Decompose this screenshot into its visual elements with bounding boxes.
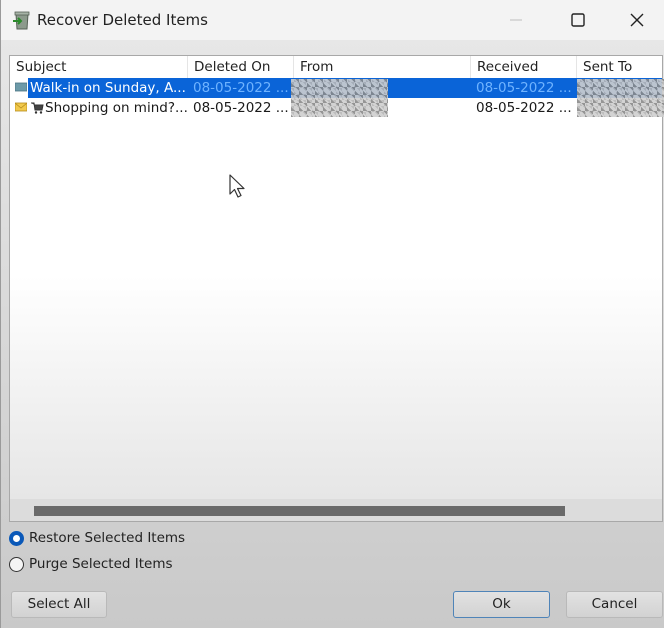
- restore-radio[interactable]: [9, 530, 24, 546]
- select-all-button[interactable]: Select All: [11, 591, 107, 618]
- column-header-sent-to[interactable]: Sent To: [577, 56, 664, 78]
- row-received: 08-05-2022 ...: [476, 80, 572, 96]
- column-header-subject[interactable]: Subject: [10, 56, 188, 78]
- purge-option[interactable]: Purge Selected Items: [9, 554, 173, 574]
- row-subject: Walk-in on Sunday, A...: [30, 80, 186, 96]
- close-button[interactable]: [609, 0, 664, 40]
- recycle-bin-icon: [13, 11, 30, 30]
- column-header-deleted-on[interactable]: Deleted On: [188, 56, 294, 78]
- horizontal-scrollbar[interactable]: [10, 499, 662, 521]
- list-header: Subject Deleted On From Received Sent To: [10, 56, 662, 78]
- mouse-cursor-icon: [229, 174, 245, 198]
- row-subject: Shopping on mind?...: [45, 100, 188, 116]
- close-icon: [630, 13, 644, 27]
- restore-label: Restore Selected Items: [29, 530, 186, 546]
- recover-deleted-items-dialog: Recover Deleted Items Subject Deleted On…: [0, 0, 664, 628]
- maximize-icon: [571, 13, 585, 27]
- deleted-items-list[interactable]: Subject Deleted On From Received Sent To…: [9, 55, 664, 522]
- row-received: 08-05-2022 ...: [476, 100, 572, 116]
- title-bar: Recover Deleted Items: [1, 0, 664, 40]
- restore-option[interactable]: Restore Selected Items: [9, 528, 185, 548]
- minimize-icon: [510, 19, 522, 21]
- column-header-from[interactable]: From: [294, 56, 471, 78]
- envelope-icon: [15, 102, 27, 112]
- purge-label: Purge Selected Items: [29, 556, 173, 572]
- row-deleted-on: 08-05-2022 ...: [193, 80, 289, 96]
- redacted-sent-to: [577, 79, 664, 117]
- purge-radio[interactable]: [9, 556, 24, 572]
- column-header-received[interactable]: Received: [471, 56, 577, 78]
- row-deleted-on: 08-05-2022 ...: [193, 100, 289, 116]
- window-title: Recover Deleted Items: [37, 11, 208, 29]
- ok-button[interactable]: Ok: [453, 591, 550, 618]
- scrollbar-thumb[interactable]: [34, 506, 565, 516]
- maximize-button[interactable]: [547, 0, 609, 40]
- cancel-button[interactable]: Cancel: [566, 591, 663, 618]
- redacted-from: [291, 79, 388, 117]
- minimize-button[interactable]: [485, 0, 547, 40]
